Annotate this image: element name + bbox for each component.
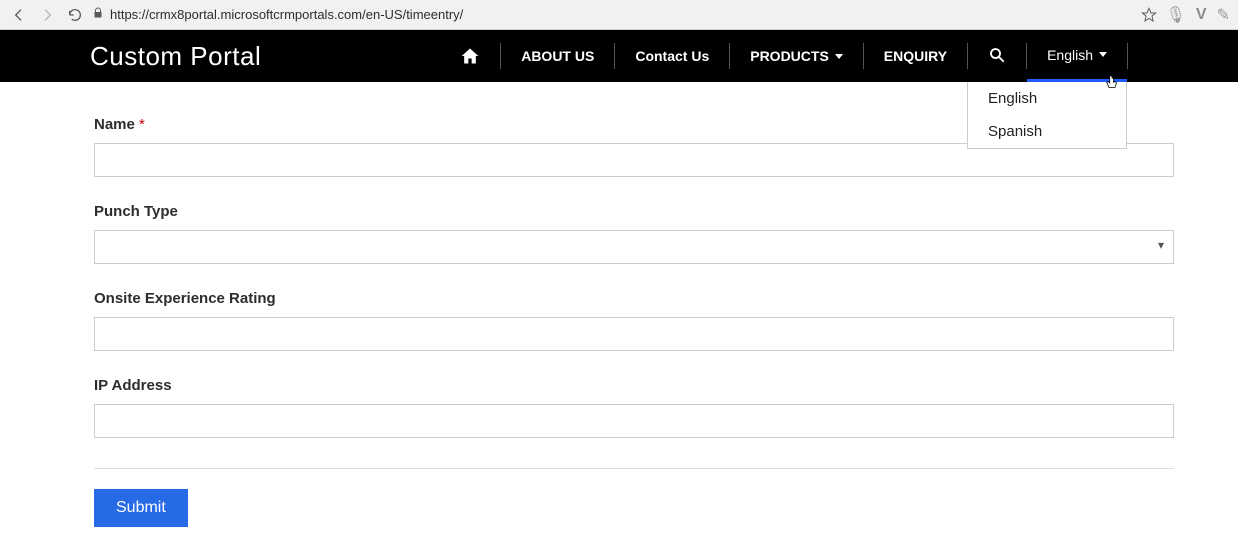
browser-toolbar: https://crmx8portal.microsoftcrmportals.… xyxy=(0,0,1238,30)
address-bar[interactable]: https://crmx8portal.microsoftcrmportals.… xyxy=(92,6,502,23)
caret-down-icon xyxy=(835,54,843,59)
bookmark-star-icon[interactable] xyxy=(1138,4,1160,26)
nav-products-label: PRODUCTS xyxy=(750,48,829,64)
mic-icon[interactable]: 🎙 xyxy=(1166,5,1186,25)
search-icon xyxy=(988,46,1006,67)
field-ip-address: IP Address xyxy=(94,377,1174,438)
nav-enquiry-label: ENQUIRY xyxy=(884,48,947,64)
nav-enquiry[interactable]: ENQUIRY xyxy=(864,30,967,82)
nav-products[interactable]: PRODUCTS xyxy=(730,30,863,82)
required-marker: * xyxy=(139,116,145,133)
extension-icons: 🎙 V ✎ xyxy=(1166,5,1230,25)
site-brand[interactable]: Custom Portal xyxy=(90,41,261,72)
nav-contact[interactable]: Contact Us xyxy=(615,30,729,82)
forward-button[interactable] xyxy=(36,4,58,26)
ip-address-input[interactable] xyxy=(94,404,1174,438)
url-text: https://crmx8portal.microsoftcrmportals.… xyxy=(110,7,463,22)
nav-contact-label: Contact Us xyxy=(635,48,709,64)
nav-home[interactable] xyxy=(440,30,500,82)
nav-search[interactable] xyxy=(968,30,1026,82)
reload-button[interactable] xyxy=(64,4,86,26)
field-punch-type: Punch Type xyxy=(94,203,1174,264)
chevron-down-icon[interactable]: V xyxy=(1196,6,1207,24)
punch-type-label: Punch Type xyxy=(94,203,1174,220)
main-nav: Custom Portal ABOUT US Contact Us PRODUC… xyxy=(0,30,1238,82)
field-rating: Onsite Experience Rating xyxy=(94,290,1174,351)
language-dropdown: English Spanish xyxy=(967,82,1127,149)
submit-button[interactable]: Submit xyxy=(94,489,188,527)
nav-language-label: English xyxy=(1047,47,1093,63)
punch-type-select[interactable] xyxy=(94,230,1174,264)
language-option-english[interactable]: English xyxy=(968,82,1126,115)
back-button[interactable] xyxy=(8,4,30,26)
edit-icon[interactable]: ✎ xyxy=(1217,5,1230,25)
caret-down-icon xyxy=(1099,52,1107,57)
rating-input[interactable] xyxy=(94,317,1174,351)
username-redacted xyxy=(1148,53,1218,59)
nav-about-label: ABOUT US xyxy=(521,48,594,64)
lock-icon xyxy=(92,6,104,23)
form-divider xyxy=(94,468,1174,469)
rating-label: Onsite Experience Rating xyxy=(94,290,1174,307)
nav-about[interactable]: ABOUT US xyxy=(501,30,614,82)
language-option-spanish[interactable]: Spanish xyxy=(968,115,1126,148)
ip-address-label: IP Address xyxy=(94,377,1174,394)
nav-user[interactable] xyxy=(1128,30,1238,82)
nav-language[interactable]: English English Spanish xyxy=(1027,30,1127,82)
